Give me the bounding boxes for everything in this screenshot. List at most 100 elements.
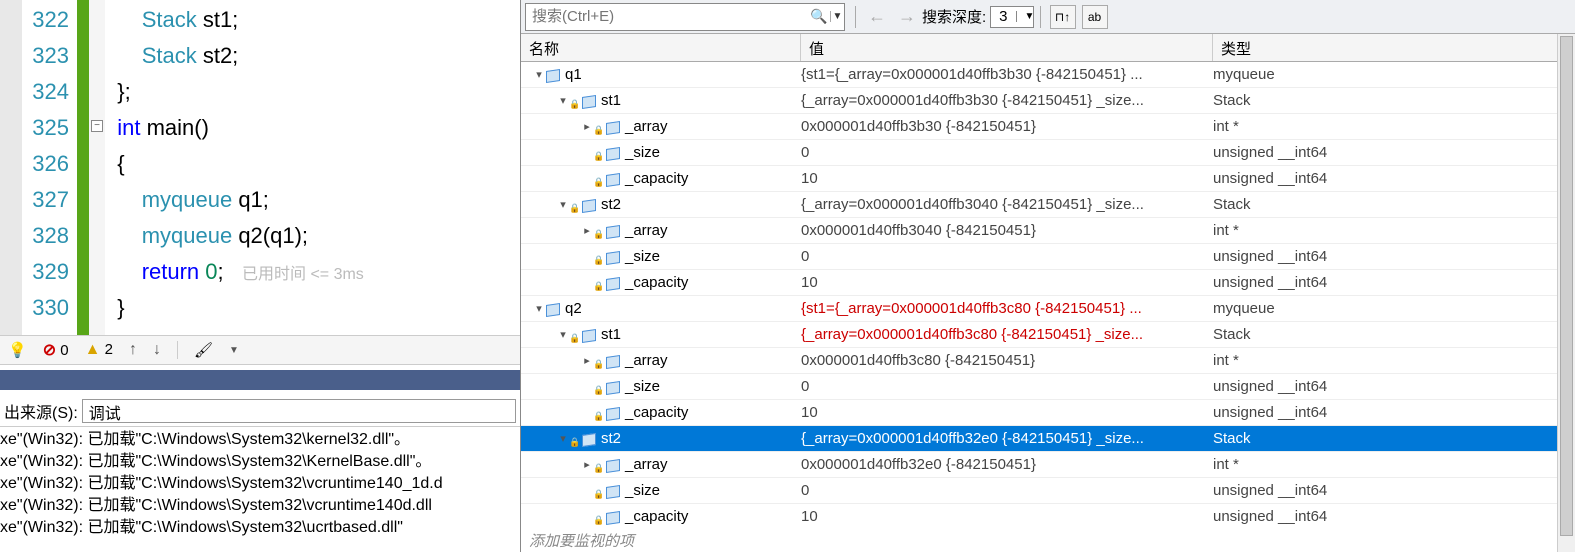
var-value[interactable]: 0x000001d40ffb32e0 {-842150451} <box>801 456 1213 473</box>
lock-icon <box>593 174 603 184</box>
code-line[interactable]: { <box>105 146 520 182</box>
nav-back-icon[interactable]: ← <box>868 6 886 27</box>
brush-icon[interactable]: 🖌 <box>194 341 213 359</box>
watch-row[interactable]: _size0unsigned __int64 <box>521 244 1575 270</box>
col-type-header[interactable]: 类型 <box>1213 34 1575 61</box>
var-value[interactable]: 0x000001d40ffb3b30 {-842150451} <box>801 118 1213 135</box>
watch-row[interactable]: _capacity10unsigned __int64 <box>521 166 1575 192</box>
expand-toggle-icon[interactable]: ▾ <box>557 432 569 445</box>
lock-icon <box>593 148 603 158</box>
line-number: 329 <box>22 254 77 290</box>
var-value[interactable]: 10 <box>801 170 1213 187</box>
expand-toggle-icon[interactable]: ▸ <box>581 120 593 133</box>
watch-row[interactable]: ▸_array0x000001d40ffb3040 {-842150451}in… <box>521 218 1575 244</box>
var-value[interactable]: 0 <box>801 248 1213 265</box>
pin-button[interactable]: ⊓↑ <box>1050 5 1076 29</box>
code-line[interactable]: }; <box>105 74 520 110</box>
var-value[interactable]: 10 <box>801 404 1213 421</box>
code-area[interactable]: Stack st1; Stack st2; }; int main() { my… <box>105 0 520 335</box>
error-count[interactable]: ⊘ 0 <box>43 340 69 360</box>
watch-row[interactable]: _capacity10unsigned __int64 <box>521 400 1575 426</box>
var-value[interactable]: {_array=0x000001d40ffb3040 {-842150451} … <box>801 196 1213 213</box>
expand-toggle-icon[interactable]: ▾ <box>557 198 569 211</box>
scrollbar-thumb[interactable] <box>1560 36 1573 536</box>
code-editor[interactable]: 322323324325326327328329330 − Stack st1;… <box>0 0 520 335</box>
watch-scrollbar[interactable] <box>1557 34 1575 552</box>
expand-toggle-icon[interactable]: ▾ <box>533 302 545 315</box>
line-number-gutter: 322323324325326327328329330 <box>22 0 77 335</box>
watch-rows[interactable]: ▾q1{st1={_array=0x000001d40ffb3b30 {-842… <box>521 62 1575 528</box>
warning-count[interactable]: ▲ 2 <box>85 341 113 359</box>
watch-row[interactable]: ▾ st2 {_array=0x000001d40ffb3040 {-8421504… <box>521 192 1575 218</box>
search-depth-select[interactable]: 3▼ <box>990 6 1033 28</box>
watch-row[interactable]: _size0unsigned __int64 <box>521 374 1575 400</box>
search-depth-label: 搜索深度: <box>922 6 986 27</box>
dropdown-icon[interactable]: ▼ <box>229 345 239 356</box>
search-input[interactable] <box>526 8 808 25</box>
watch-row[interactable]: ▾q1{st1={_array=0x000001d40ffb3b30 {-842… <box>521 62 1575 88</box>
watch-row[interactable]: ▸_array0x000001d40ffb32e0 {-842150451}in… <box>521 452 1575 478</box>
code-line[interactable]: myqueue q2(q1); <box>105 218 520 254</box>
watch-row[interactable]: _size0unsigned __int64 <box>521 478 1575 504</box>
code-line[interactable]: int main() <box>105 110 520 146</box>
expand-toggle-icon[interactable]: ▸ <box>581 458 593 471</box>
add-watch-prompt[interactable]: 添加要监视的项 <box>521 528 1575 552</box>
watch-search-box[interactable]: 🔍 ▼ <box>525 3 845 31</box>
highlight-button[interactable]: ab <box>1082 5 1108 29</box>
var-type: int * <box>1213 352 1575 369</box>
var-value[interactable]: {st1={_array=0x000001d40ffb3b30 {-842150… <box>801 66 1213 83</box>
var-name: st2 <box>601 196 621 213</box>
col-name-header[interactable]: 名称 <box>521 34 801 61</box>
watch-row[interactable]: ▾st1{_array=0x000001d40ffb3b30 {-8421504… <box>521 88 1575 114</box>
expand-toggle-icon[interactable]: ▾ <box>557 94 569 107</box>
var-value[interactable]: {_array=0x000001d40ffb3b30 {-842150451} … <box>801 92 1213 109</box>
search-dropdown-icon[interactable]: ▼ <box>830 11 844 22</box>
variable-icon <box>605 458 621 472</box>
fold-toggle-icon[interactable]: − <box>91 120 103 132</box>
breakpoint-margin[interactable] <box>0 0 22 335</box>
fold-margin[interactable]: − <box>89 0 105 335</box>
watch-row[interactable]: ▾q2{st1={_array=0x000001d40ffb3c80 {-842… <box>521 296 1575 322</box>
code-line[interactable]: myqueue q1; <box>105 182 520 218</box>
lock-icon <box>569 434 579 444</box>
code-line[interactable]: Stack st2; <box>105 38 520 74</box>
variable-icon <box>581 432 597 446</box>
var-value[interactable]: 10 <box>801 274 1213 291</box>
var-value[interactable]: 0 <box>801 144 1213 161</box>
var-value[interactable]: {st1={_array=0x000001d40ffb3c80 {-842150… <box>801 300 1213 317</box>
output-line: xe"(Win32): 已加载"C:\Windows\System32\vcru… <box>0 495 520 517</box>
var-value[interactable]: 0x000001d40ffb3c80 {-842150451} <box>801 352 1213 369</box>
watch-row[interactable]: ▾st2{_array=0x000001d40ffb32e0 {-8421504… <box>521 426 1575 452</box>
var-value[interactable]: 0x000001d40ffb3040 {-842150451} <box>801 222 1213 239</box>
prev-arrow-icon[interactable]: ↑ <box>129 341 137 359</box>
var-type: Stack <box>1213 326 1575 343</box>
expand-toggle-icon[interactable]: ▸ <box>581 224 593 237</box>
code-line[interactable]: } <box>105 290 520 326</box>
watch-row[interactable]: ▾st1{_array=0x000001d40ffb3c80 {-8421504… <box>521 322 1575 348</box>
col-value-header[interactable]: 值 <box>801 34 1213 61</box>
lock-icon <box>593 460 603 470</box>
nav-forward-icon[interactable]: → <box>898 6 916 27</box>
var-value[interactable]: 0 <box>801 378 1213 395</box>
watch-row[interactable]: _capacity10unsigned __int64 <box>521 504 1575 528</box>
var-value[interactable]: 0 <box>801 482 1213 499</box>
expand-toggle-icon[interactable]: ▾ <box>533 68 545 81</box>
var-value[interactable]: {_array=0x000001d40ffb32e0 {-842150451} … <box>801 430 1213 447</box>
watch-row[interactable]: _size0unsigned __int64 <box>521 140 1575 166</box>
output-source-label: 出来源(S): <box>4 399 78 423</box>
var-value[interactable]: 10 <box>801 508 1213 525</box>
code-line[interactable]: return 0; 已用时间 <= 3ms <box>105 254 520 290</box>
var-value[interactable]: {_array=0x000001d40ffb3c80 {-842150451} … <box>801 326 1213 343</box>
expand-toggle-icon[interactable]: ▾ <box>557 328 569 341</box>
output-source-select[interactable]: 调试 <box>82 399 516 423</box>
output-text[interactable]: xe"(Win32): 已加载"C:\Windows\System32\kern… <box>0 427 520 541</box>
code-line[interactable]: Stack st1; <box>105 2 520 38</box>
search-icon[interactable]: 🔍 <box>808 8 830 25</box>
watch-row[interactable]: ▸_array0x000001d40ffb3b30 {-842150451}in… <box>521 114 1575 140</box>
expand-toggle-icon[interactable]: ▸ <box>581 354 593 367</box>
watch-row[interactable]: _capacity10unsigned __int64 <box>521 270 1575 296</box>
next-arrow-icon[interactable]: ↓ <box>153 341 161 359</box>
watch-row[interactable]: ▸_array0x000001d40ffb3c80 {-842150451}in… <box>521 348 1575 374</box>
output-line: xe"(Win32): 已加载"C:\Windows\System32\kern… <box>0 429 520 451</box>
lightbulb-icon[interactable]: 💡 <box>8 341 27 359</box>
